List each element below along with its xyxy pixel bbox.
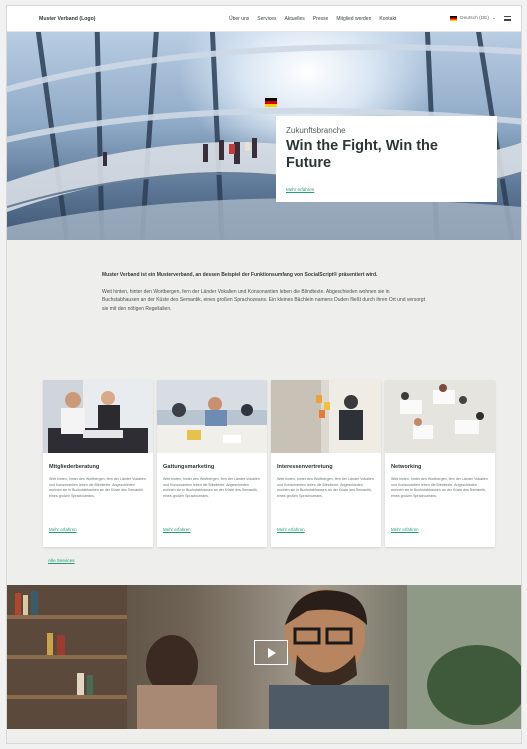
card-more-link[interactable]: Mehr erfahren <box>277 527 305 532</box>
play-button[interactable] <box>254 640 288 665</box>
card-title: Mitgliederberatung <box>49 464 100 470</box>
card-image-workshop <box>157 380 267 453</box>
card-more-link[interactable]: Mehr erfahren <box>391 527 419 532</box>
service-card-gattungsmarketing[interactable]: Gattungsmarketing Weit hinten, hinter de… <box>157 380 267 547</box>
nav-item-kontakt[interactable]: Kontakt <box>379 16 396 22</box>
card-text: Weit hinten, hinter den Wortbergen, fern… <box>391 477 488 498</box>
intro-lead: Muster Verband ist ein Musterverband, an… <box>102 272 378 278</box>
all-services-link[interactable]: Alle Services <box>48 558 75 563</box>
hero-section: Zukunftsbranche Win the Fight, Win the F… <box>7 32 521 240</box>
video-section[interactable] <box>7 585 521 729</box>
card-text: Weit hinten, hinter den Wortbergen, fern… <box>277 477 374 498</box>
service-cards: Mitgliederberatung Weit hinten, hinter d… <box>43 380 495 547</box>
card-image-meeting <box>43 380 153 453</box>
card-image-networking <box>385 380 495 453</box>
intro-text: Muster Verband ist ein Musterverband, an… <box>102 271 427 313</box>
menu-icon[interactable] <box>504 16 511 21</box>
browser-page: Muster Verband (Logo) Über uns Services … <box>6 5 522 744</box>
service-card-networking[interactable]: Networking Weit hinten, hinter den Wortb… <box>385 380 495 547</box>
nav-item-services[interactable]: Services <box>257 16 276 22</box>
hero-more-link[interactable]: Mehr erfahren <box>286 187 314 192</box>
card-image-presentation <box>271 380 381 453</box>
play-icon <box>268 647 276 658</box>
card-more-link[interactable]: Mehr erfahren <box>163 527 191 532</box>
site-logo[interactable]: Muster Verband (Logo) <box>39 16 229 22</box>
hero-eyebrow: Zukunftsbranche <box>286 126 346 135</box>
card-title: Interessenvertretung <box>277 464 333 470</box>
site-header: Muster Verband (Logo) Über uns Services … <box>7 6 521 32</box>
language-label: Deutsch (DE) <box>460 16 489 21</box>
service-card-mitgliederberatung[interactable]: Mitgliederberatung Weit hinten, hinter d… <box>43 380 153 547</box>
language-switcher[interactable]: Deutsch (DE) ⌄ <box>450 16 496 21</box>
intro-body: Weit hinten, hinter den Wortbergen, fern… <box>102 288 425 312</box>
card-text: Weit hinten, hinter den Wortbergen, fern… <box>163 477 260 498</box>
card-more-link[interactable]: Mehr erfahren <box>49 527 77 532</box>
nav-item-mitglied-werden[interactable]: Mitglied werden <box>336 16 371 22</box>
card-text: Weit hinten, hinter den Wortbergen, fern… <box>49 477 146 498</box>
nav-item-aktuelles[interactable]: Aktuelles <box>284 16 304 22</box>
nav-item-ueber-uns[interactable]: Über uns <box>229 16 249 22</box>
german-flag-icon <box>450 16 458 21</box>
chevron-down-icon: ⌄ <box>491 16 496 21</box>
hero-title: Win the Fight, Win the Future <box>286 138 438 171</box>
hero-teaser-card: Zukunftsbranche Win the Fight, Win the F… <box>276 116 497 202</box>
service-card-interessenvertretung[interactable]: Interessenvertretung Weit hinten, hinter… <box>271 380 381 547</box>
page-bottom <box>7 729 521 743</box>
card-title: Networking <box>391 464 422 470</box>
main-nav: Über uns Services Aktuelles Presse Mitgl… <box>229 16 440 22</box>
nav-item-presse[interactable]: Presse <box>313 16 329 22</box>
card-title: Gattungsmarketing <box>163 464 215 470</box>
